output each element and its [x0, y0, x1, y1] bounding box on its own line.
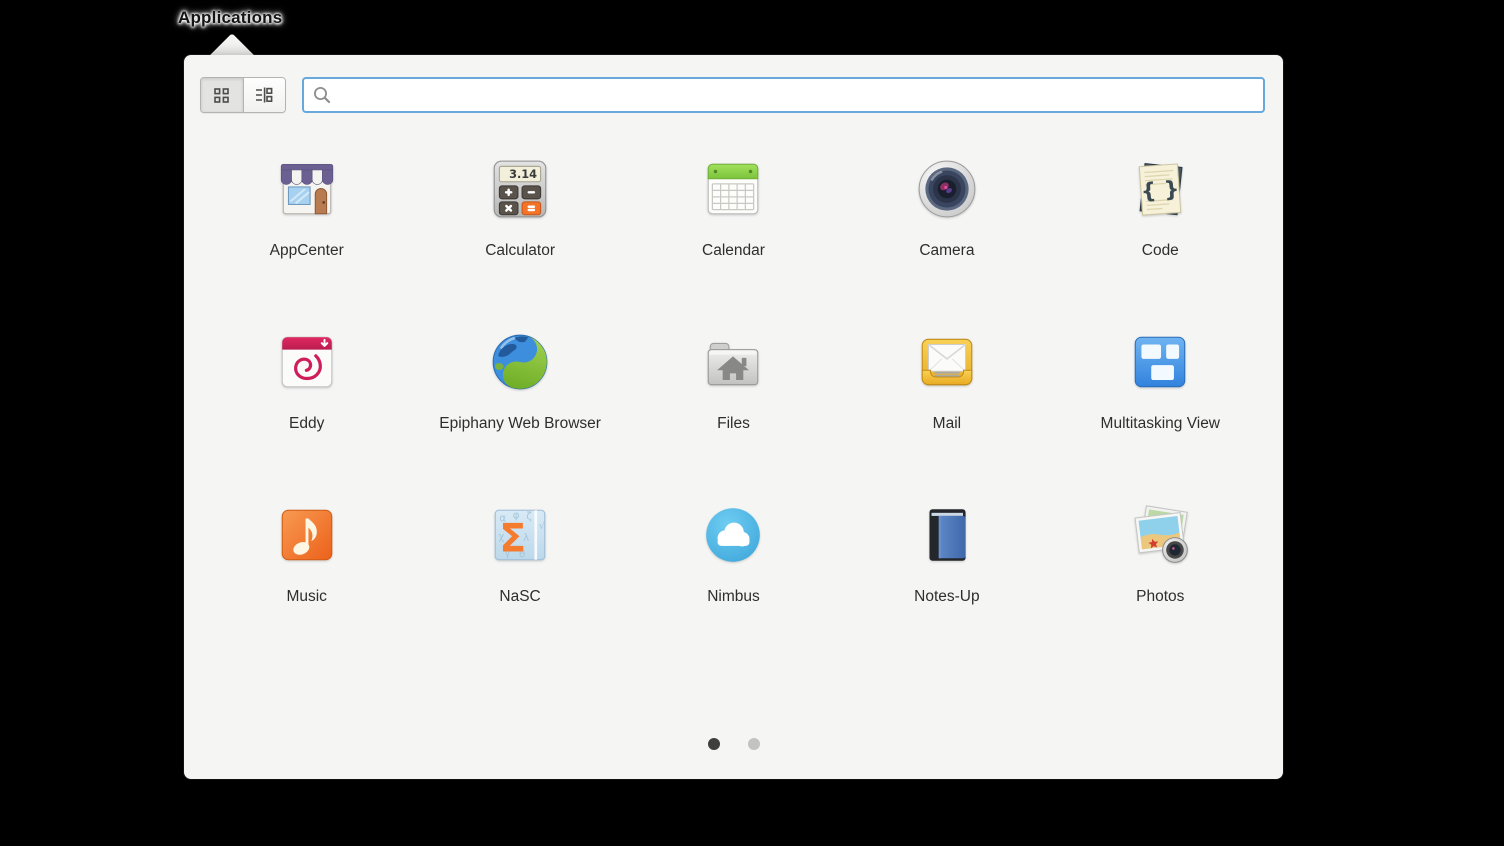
camera-icon — [914, 156, 980, 222]
page-dot-1[interactable] — [708, 738, 720, 750]
app-label: Nimbus — [707, 588, 760, 606]
app-label: NaSC — [499, 588, 540, 606]
nasc-sigma-icon: α φ ζ χ λ √ θ γ Σ — [487, 502, 553, 568]
files-folder-icon — [700, 329, 766, 395]
code-icon: { } — [1127, 156, 1193, 222]
app-label: Mail — [933, 415, 961, 433]
app-label: Files — [717, 415, 750, 433]
photos-icon — [1127, 502, 1193, 568]
app-label: Eddy — [289, 415, 324, 433]
app-item-eddy[interactable]: Eddy — [200, 316, 413, 489]
list-view-button[interactable] — [244, 78, 286, 112]
search-icon — [312, 85, 332, 105]
app-label: Calendar — [702, 242, 765, 260]
grid-view-icon — [213, 87, 230, 104]
app-item-music[interactable]: Music — [200, 489, 413, 662]
app-item-camera[interactable]: Camera — [840, 143, 1053, 316]
app-label: AppCenter — [270, 242, 344, 260]
svg-text:ζ: ζ — [526, 511, 532, 523]
page-indicator — [184, 738, 1283, 750]
app-item-calendar[interactable]: Calendar — [627, 143, 840, 316]
applications-menu-label[interactable]: Applications — [178, 8, 282, 28]
app-item-nimbus[interactable]: Nimbus — [627, 489, 840, 662]
app-item-nasc[interactable]: α φ ζ χ λ √ θ γ Σ NaSC — [413, 489, 626, 662]
app-item-code[interactable]: { } Code — [1054, 143, 1267, 316]
app-label: Music — [286, 588, 326, 606]
app-grid: AppCenter 3.14 Calculator — [200, 143, 1267, 662]
page-dot-2[interactable] — [748, 738, 760, 750]
app-item-files[interactable]: Files — [627, 316, 840, 489]
view-switcher — [200, 77, 286, 113]
music-note-icon — [274, 502, 340, 568]
app-label: Code — [1142, 242, 1179, 260]
launcher-panel: AppCenter 3.14 Calculator — [184, 55, 1283, 779]
svg-text:√: √ — [539, 520, 546, 532]
app-label: Calculator — [485, 242, 555, 260]
multitasking-view-icon — [1127, 329, 1193, 395]
app-item-calculator[interactable]: 3.14 Calculator — [413, 143, 626, 316]
notes-up-book-icon — [914, 502, 980, 568]
app-label: Camera — [919, 242, 974, 260]
app-item-epiphany[interactable]: Epiphany Web Browser — [413, 316, 626, 489]
svg-text:Σ: Σ — [499, 517, 526, 562]
app-item-notes-up[interactable]: Notes-Up — [840, 489, 1053, 662]
svg-text:{ }: { } — [1140, 177, 1180, 205]
app-item-multitasking-view[interactable]: Multitasking View — [1054, 316, 1267, 489]
search-field[interactable] — [302, 77, 1265, 113]
app-label: Epiphany Web Browser — [439, 415, 601, 433]
nimbus-cloud-icon — [700, 502, 766, 568]
launcher-toolbar — [200, 77, 1265, 113]
app-label: Multitasking View — [1101, 415, 1220, 433]
calculator-icon: 3.14 — [487, 156, 553, 222]
search-input[interactable] — [338, 78, 1255, 112]
app-item-photos[interactable]: Photos — [1054, 489, 1267, 662]
grid-view-button[interactable] — [201, 78, 244, 112]
svg-text:3.14: 3.14 — [509, 167, 537, 181]
app-label: Notes-Up — [914, 588, 979, 606]
appcenter-icon — [274, 156, 340, 222]
app-label: Photos — [1136, 588, 1184, 606]
app-item-mail[interactable]: Mail — [840, 316, 1053, 489]
list-view-icon — [255, 87, 273, 103]
epiphany-globe-icon — [487, 329, 553, 395]
calendar-icon — [700, 156, 766, 222]
eddy-icon — [274, 329, 340, 395]
mail-icon — [914, 329, 980, 395]
app-item-appcenter[interactable]: AppCenter — [200, 143, 413, 316]
